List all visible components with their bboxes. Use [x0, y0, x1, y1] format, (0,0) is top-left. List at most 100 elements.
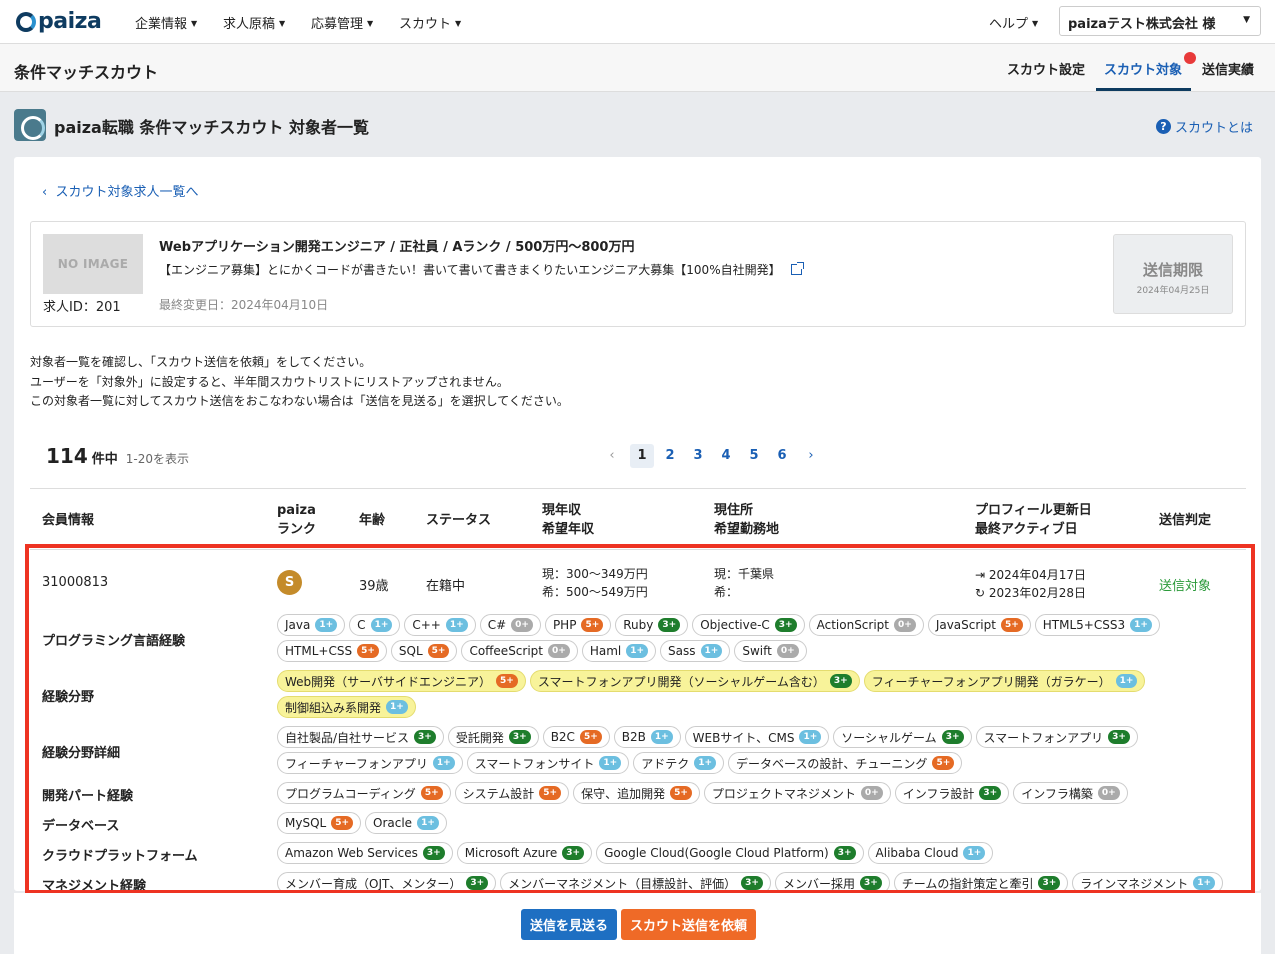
skill-tag: インフラ構築 0+ [1013, 782, 1128, 804]
th-location: 現住所 希望勤務地 [714, 503, 780, 537]
skill-tag-name: 制御組込み系開発 [285, 700, 382, 715]
job-catchcopy[interactable]: 【エンジニア募集】とにかくコードが書きたい！書いて書いて書きまくりたいエンジニア… [159, 261, 804, 278]
skill-tag: データベースの設計、チューニング 5+ [728, 752, 963, 774]
skill-tag-name: スマートフォンアプリ開発（ソーシャルゲーム含む） [537, 674, 825, 689]
member-age: 39歳 [359, 579, 389, 594]
skill-tag: チームの指針策定と牽引 3+ [893, 872, 1069, 894]
member-id[interactable]: 31000813 [42, 575, 108, 590]
tags-experience-fields: Web開発（サーバサイドエンジニア） 5+ スマートフォンアプリ開発（ソーシャルゲー… [277, 670, 1237, 718]
skill-tag: 保守、追加開発 5+ [573, 782, 700, 804]
skill-tag-name: CoffeeScript [469, 644, 543, 658]
back-to-job-list-link[interactable]: ‹ スカウト対象求人一覧へ [42, 181, 198, 200]
skill-tag: プロジェクトマネジメント 0+ [703, 782, 891, 804]
skill-tag: Amazon Web Services 3+ [277, 842, 453, 864]
job-thumbnail: NO IMAGE [43, 234, 143, 294]
skill-level-badge: 5+ [539, 786, 562, 800]
skill-tag: ソーシャルゲーム 3+ [833, 726, 972, 748]
pagination-page-2[interactable]: 2 [658, 444, 682, 468]
skill-level-badge: 1+ [1193, 876, 1216, 890]
tags-databases: MySQL 5+ Oracle 1+ [277, 812, 1237, 834]
skill-tag-name: JavaScript [935, 618, 996, 632]
skill-level-badge: 1+ [445, 618, 468, 632]
menu-company-info[interactable]: 企業情報 ▼ [135, 13, 197, 32]
label-programming-languages: プログラミング言語経験 [42, 634, 186, 649]
skill-tag-name: B2C [550, 730, 575, 744]
menu-help[interactable]: ヘルプ ▼ [989, 13, 1038, 32]
skill-tag: Microsoft Azure 3+ [456, 842, 593, 864]
result-count: 114 件中 1-20を表示 [46, 444, 190, 468]
pagination-prev-icon[interactable]: ‹ [604, 444, 620, 468]
caret-down-icon: ▼ [367, 19, 374, 28]
skill-tag: 制御組込み系開発 1+ [277, 696, 416, 718]
top-navbar: paiza 企業情報 ▼ 求人原稿 ▼ 応募管理 ▼ スカウト ▼ ヘルプ ▼ paiza… [0, 0, 1275, 44]
th-status: ステータス [426, 513, 492, 528]
send-judgement-status[interactable]: 送信対象 [1159, 575, 1211, 594]
paiza-logo[interactable]: paiza [16, 9, 102, 34]
skill-tag-name: プロジェクトマネジメント [711, 786, 856, 801]
pagination-page-3[interactable]: 3 [686, 444, 710, 468]
skill-tag: フィーチャーフォンアプリ開発（ガラケー） 1+ [863, 670, 1146, 692]
skill-level-badge: 3+ [466, 876, 489, 890]
pagination-page-4[interactable]: 4 [714, 444, 738, 468]
skill-level-badge: 1+ [370, 618, 393, 632]
menu-scout[interactable]: スカウト ▼ [399, 13, 461, 32]
skill-tag: Web開発（サーバサイドエンジニア） 5+ [277, 670, 526, 692]
skill-level-badge: 3+ [508, 730, 531, 744]
skill-level-badge: 5+ [581, 618, 604, 632]
menu-applications[interactable]: 応募管理 ▼ [311, 13, 373, 32]
skill-tag: Ruby 3+ [615, 614, 689, 636]
label-experience-fields: 経験分野 [42, 690, 95, 705]
pagination-page-1[interactable]: 1 [630, 444, 654, 468]
pagination-next-icon[interactable]: › [803, 444, 819, 468]
menu-job-posts[interactable]: 求人原稿 ▼ [223, 13, 285, 32]
skill-tag: スマートフォンアプリ開発（ソーシャルゲーム含む） 3+ [529, 670, 860, 692]
tags-programming-languages: Java 1+ C 1+ C++ 1+ C# 0+ PHP 5+ Ruby 3+ Objective-C… [277, 614, 1237, 662]
skill-level-badge: 5+ [357, 644, 379, 658]
skill-level-badge: 5+ [496, 674, 518, 688]
member-location: 現：千葉県 希： [714, 567, 775, 599]
tags-cloud-platforms: Amazon Web Services 3+ Microsoft Azure 3+ Go… [277, 842, 1237, 864]
skill-level-badge: 5+ [579, 730, 602, 744]
skill-level-badge: 1+ [599, 756, 622, 770]
refresh-icon: ↻ [975, 586, 986, 600]
pagination-page-5[interactable]: 5 [742, 444, 766, 468]
skill-level-badge: 3+ [422, 846, 445, 860]
skill-tag: C++ 1+ [404, 614, 476, 636]
request-scout-button[interactable]: スカウト送信を依頼 [621, 909, 757, 940]
skill-tag-name: HTML5+CSS3 [1042, 618, 1126, 632]
skill-level-badge: 5+ [427, 644, 450, 658]
skill-tag-name: C [357, 618, 366, 632]
skill-level-badge: 1+ [315, 618, 338, 632]
skill-tag-name: Objective-C [700, 618, 770, 632]
skill-level-badge: 5+ [670, 786, 692, 800]
external-link-icon[interactable] [790, 262, 804, 275]
tab-scout-settings[interactable]: スカウト設定 [1007, 59, 1085, 78]
skill-level-badge: 0+ [1097, 786, 1120, 800]
caret-down-icon: ▼ [1032, 19, 1039, 28]
label-management: マネジメント経験 [42, 879, 147, 894]
skill-level-badge: 1+ [700, 644, 723, 658]
sub-header: 条件マッチスカウト スカウト設定 スカウト対象 送信実績 [0, 44, 1275, 92]
pagination-page-6[interactable]: 6 [770, 444, 794, 468]
skill-level-badge: 3+ [941, 730, 964, 744]
skill-tag-name: メンバー採用 [782, 876, 855, 891]
what-is-scout-link[interactable]: ? スカウトとは [1156, 117, 1253, 136]
help-circle-icon: ? [1156, 119, 1171, 134]
skill-tag: CoffeeScript 0+ [461, 640, 578, 662]
skill-tag: フィーチャーフォンアプリ 1+ [277, 752, 463, 774]
skill-level-badge: 0+ [776, 644, 799, 658]
tab-send-history[interactable]: 送信実績 [1202, 59, 1254, 78]
skill-tag-name: システム設計 [462, 786, 535, 801]
skill-tag-name: メンバー育成（OJT、メンター） [285, 876, 462, 891]
label-dev-parts: 開発パート経験 [42, 789, 134, 804]
skill-tag: メンバー採用 3+ [774, 872, 890, 894]
skill-level-badge: 0+ [894, 618, 916, 632]
company-account-dropdown[interactable]: paizaテスト株式会社 様 ▼ [1059, 6, 1261, 36]
skill-tag: 自社製品/自社サービス 3+ [277, 726, 444, 748]
member-income: 現：300〜349万円 希：500〜549万円 [542, 567, 648, 599]
skill-tag: Swift 0+ [734, 640, 807, 662]
label-databases: データベース [42, 819, 120, 834]
skill-level-badge: 3+ [658, 618, 681, 632]
skip-sending-button[interactable]: 送信を見送る [521, 909, 618, 940]
tab-scout-targets[interactable]: スカウト対象 [1104, 59, 1182, 78]
